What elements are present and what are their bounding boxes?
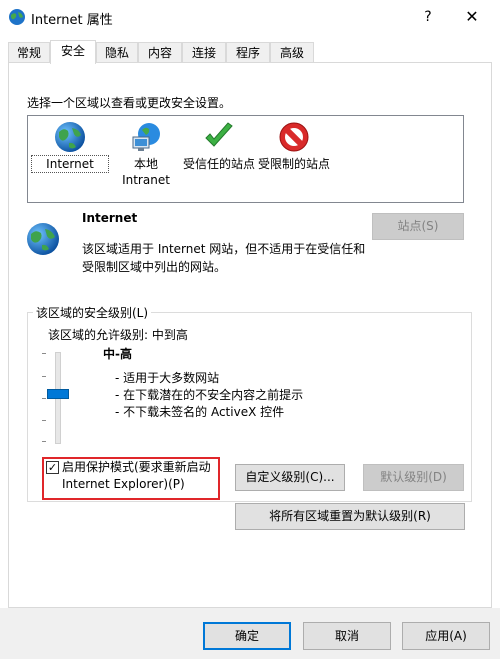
globe-icon: [55, 122, 85, 152]
zone-detail-description: 该区域适用于 Internet 网站，但不适用于在受信任和受限制区域中列出的网站…: [82, 242, 366, 274]
tab-general[interactable]: 常规: [8, 42, 50, 62]
zone-label: 受信任的站点: [182, 157, 255, 171]
ie-globe-icon: [9, 9, 25, 25]
security-level-legend: 该区域的安全级别(L): [33, 304, 152, 321]
help-button[interactable]: ?: [418, 7, 438, 27]
intranet-icon: [132, 123, 160, 151]
tab-privacy[interactable]: 隐私: [96, 42, 138, 62]
tab-programs[interactable]: 程序: [226, 42, 270, 62]
zone-detail-title: Internet: [82, 211, 138, 225]
globe-icon: [27, 223, 59, 255]
sites-button[interactable]: 站点(S): [372, 213, 464, 240]
zone-local-intranet[interactable]: 本地 Intranet: [108, 120, 184, 188]
tab-security[interactable]: 安全: [50, 40, 96, 64]
security-level-name: 中-高: [103, 347, 132, 361]
zone-prompt: 选择一个区域以查看或更改安全设置。: [27, 96, 232, 110]
check-icon: [205, 122, 233, 147]
zone-list: Internet 本地 Intranet 受信任的站点 受限制的站点: [27, 115, 464, 203]
zone-restricted-sites[interactable]: 受限制的站点: [256, 120, 332, 172]
zone-label: 本地 Intranet: [122, 157, 170, 187]
security-level-slider-thumb[interactable]: [47, 389, 69, 399]
level-item: - 适用于大多数网站: [115, 371, 220, 385]
window-title: Internet 属性: [31, 13, 113, 28]
cancel-button[interactable]: 取消: [303, 622, 391, 650]
slider-tick: [42, 420, 46, 421]
reset-all-zones-button[interactable]: 将所有区域重置为默认级别(R): [235, 503, 465, 530]
ok-button[interactable]: 确定: [203, 622, 291, 650]
protected-mode-checkbox[interactable]: ✓: [46, 461, 59, 474]
apply-button[interactable]: 应用(A): [402, 622, 490, 650]
close-button[interactable]: ✕: [462, 7, 482, 27]
zone-label: Internet: [31, 155, 109, 173]
level-item: - 在下载潜在的不安全内容之前提示: [115, 388, 304, 402]
zone-internet[interactable]: Internet: [31, 120, 109, 173]
protected-mode-label[interactable]: 启用保护模式(要求重新启动 Internet Explorer)(P): [62, 459, 222, 493]
custom-level-button[interactable]: 自定义级别(C)...: [235, 464, 345, 491]
slider-tick: [42, 353, 46, 354]
slider-tick: [42, 398, 46, 399]
zone-label: 受限制的站点: [257, 157, 330, 171]
slider-tick: [42, 441, 46, 442]
tab-connections[interactable]: 连接: [182, 42, 226, 62]
level-item: - 不下载未签名的 ActiveX 控件: [115, 405, 285, 419]
tab-content[interactable]: 内容: [138, 42, 182, 62]
default-level-button[interactable]: 默认级别(D): [363, 464, 464, 491]
slider-tick: [42, 376, 46, 377]
allowed-level-text: 该区域的允许级别: 中到高: [48, 328, 188, 342]
restricted-icon: [279, 122, 309, 152]
security-level-description: - 适用于大多数网站 - 在下载潜在的不安全内容之前提示 - 不下载未签名的 A…: [115, 370, 303, 421]
tab-advanced[interactable]: 高级: [270, 42, 314, 62]
zone-trusted-sites[interactable]: 受信任的站点: [181, 120, 257, 172]
